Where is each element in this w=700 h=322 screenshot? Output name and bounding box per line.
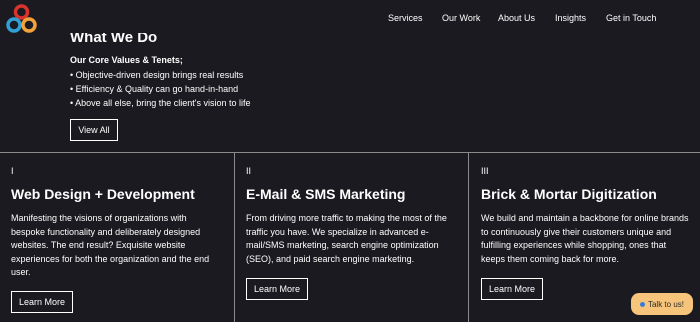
- card-description: Manifesting the visions of organizations…: [11, 213, 210, 277]
- chat-status-icon: [639, 301, 645, 307]
- site-header: Services Our Work About Us Insights Get …: [0, 0, 700, 36]
- learn-more-brick-mortar-button[interactable]: Learn More: [481, 278, 543, 300]
- card-number: I: [11, 166, 14, 176]
- nav-get-in-touch[interactable]: Get in Touch: [606, 13, 656, 23]
- learn-more-email-sms-button[interactable]: Learn More: [246, 278, 308, 300]
- view-all-button[interactable]: View All: [70, 119, 118, 141]
- learn-more-web-design-button[interactable]: Learn More: [11, 291, 73, 313]
- chat-widget-button[interactable]: Talk to us!: [631, 293, 693, 315]
- card-number: III: [481, 166, 489, 176]
- core-values-list: Objective-driven design brings real resu…: [70, 68, 250, 110]
- card-number: II: [246, 166, 252, 176]
- list-item: Above all else, bring the client's visio…: [70, 96, 250, 110]
- grid-divider-top: [0, 152, 700, 153]
- section-title: What We Do: [70, 33, 158, 46]
- company-logo-icon[interactable]: [5, 3, 38, 36]
- core-values-heading: Our Core Values & Tenets;: [70, 55, 183, 65]
- chat-label: Talk to us!: [647, 299, 684, 309]
- card-title-brick-mortar: Brick & Mortar Digitization: [481, 186, 657, 202]
- card-title-web-design: Web Design + Development: [11, 186, 195, 202]
- card-description: From driving more traffic to making the …: [246, 213, 447, 264]
- grid-divider-2: [468, 152, 469, 322]
- card-description: We build and maintain a backbone for onl…: [481, 213, 689, 264]
- grid-divider-1: [234, 152, 235, 322]
- card-title-email-sms: E-Mail & SMS Marketing: [246, 186, 406, 202]
- nav-services[interactable]: Services: [388, 13, 423, 23]
- list-item: Efficiency & Quality can go hand-in-hand: [70, 82, 250, 96]
- list-item: Objective-driven design brings real resu…: [70, 68, 250, 82]
- nav-insights[interactable]: Insights: [555, 13, 586, 23]
- nav-about-us[interactable]: About Us: [498, 13, 535, 23]
- nav-our-work[interactable]: Our Work: [442, 13, 480, 23]
